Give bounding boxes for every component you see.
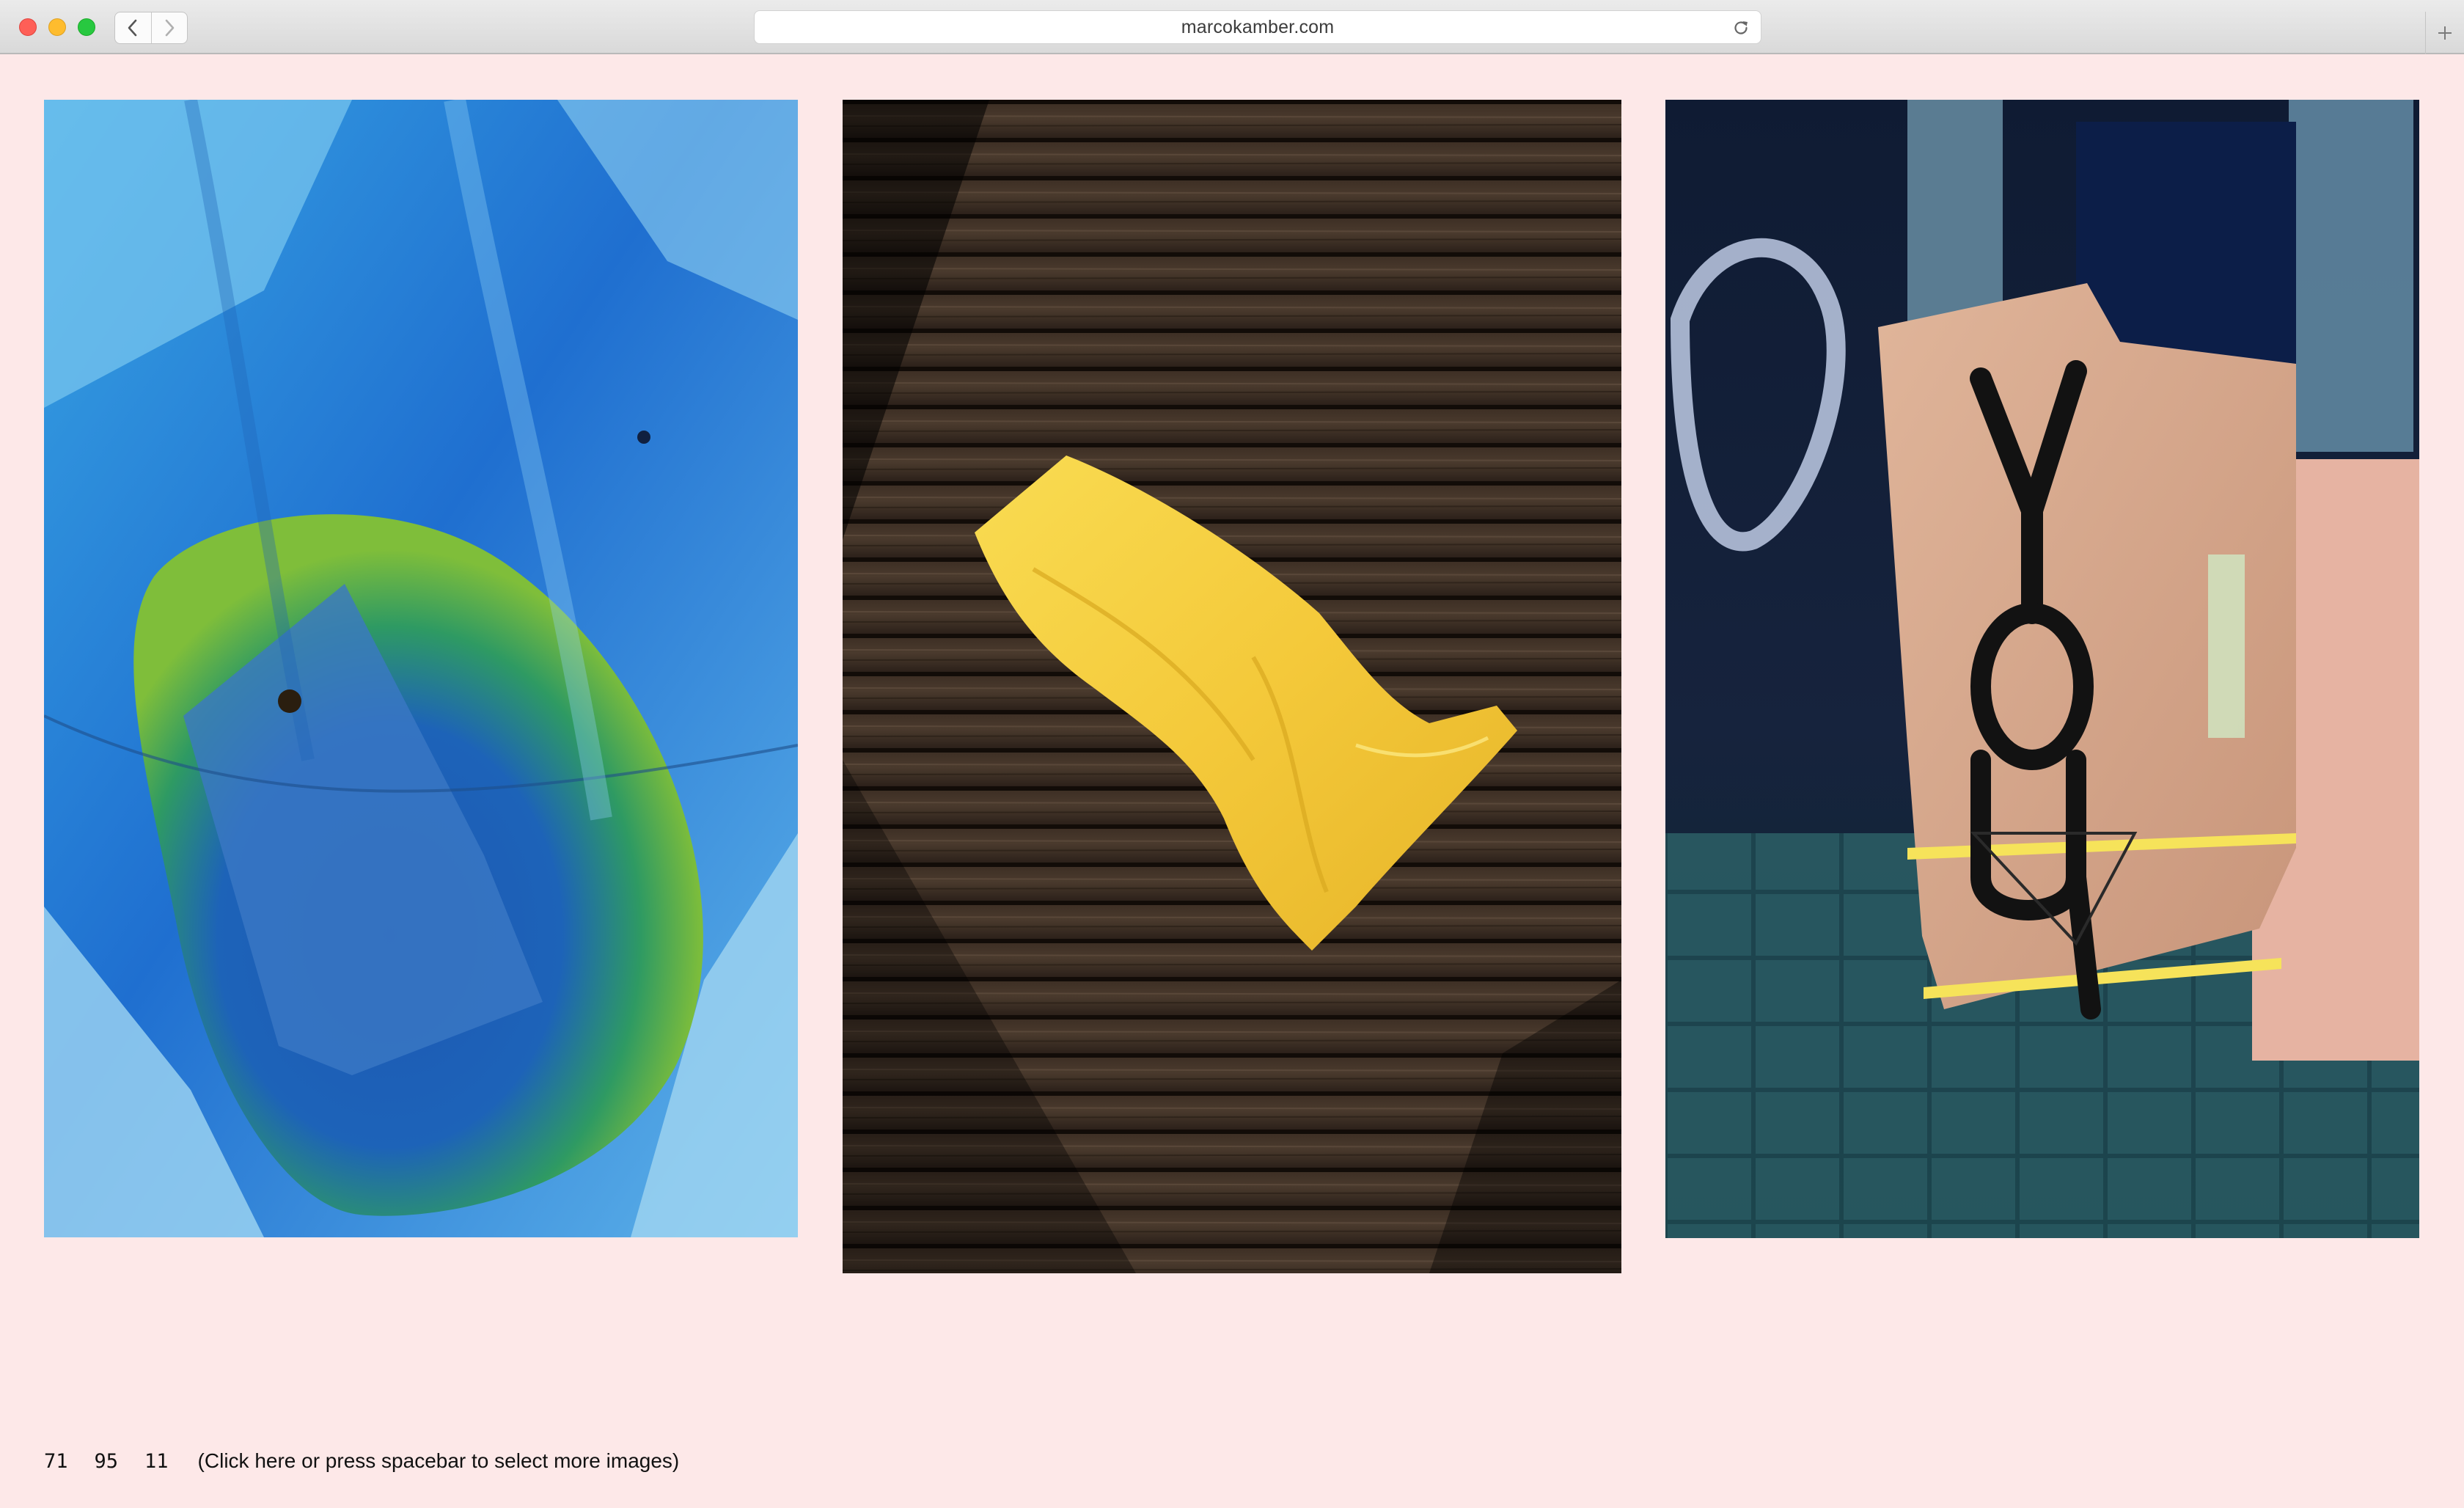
blue-tarp-image <box>44 100 798 1237</box>
browser-toolbar: marcokamber.com <box>0 0 2464 54</box>
footer-bar: 71 95 11 (Click here or press spacebar t… <box>44 1446 679 1476</box>
new-tab-button[interactable] <box>2425 12 2464 54</box>
chevron-left-icon <box>128 19 137 37</box>
counter-3: 11 <box>144 1449 169 1473</box>
plus-icon <box>2438 26 2452 40</box>
yellow-towel-image <box>843 100 1621 1273</box>
close-window-button[interactable] <box>19 18 37 36</box>
cardboard-graffiti-image <box>1665 100 2419 1238</box>
photo-cardboard-graffiti[interactable] <box>1665 100 2419 1238</box>
counter-2: 95 <box>94 1449 119 1473</box>
counter-1: 71 <box>44 1449 68 1473</box>
url-text: marcokamber.com <box>1181 16 1335 37</box>
reload-icon[interactable] <box>1731 18 1750 37</box>
select-more-images-link[interactable]: (Click here or press spacebar to select … <box>198 1449 680 1473</box>
chevron-right-icon <box>165 19 175 37</box>
photo-yellow-towel[interactable] <box>843 100 1621 1273</box>
photo-blue-tarp[interactable] <box>44 100 798 1237</box>
maximize-window-button[interactable] <box>78 18 95 36</box>
minimize-window-button[interactable] <box>48 18 66 36</box>
back-button[interactable] <box>115 12 151 43</box>
forward-button[interactable] <box>150 12 188 43</box>
navigation-buttons <box>114 12 188 44</box>
address-bar[interactable]: marcokamber.com <box>754 10 1761 44</box>
